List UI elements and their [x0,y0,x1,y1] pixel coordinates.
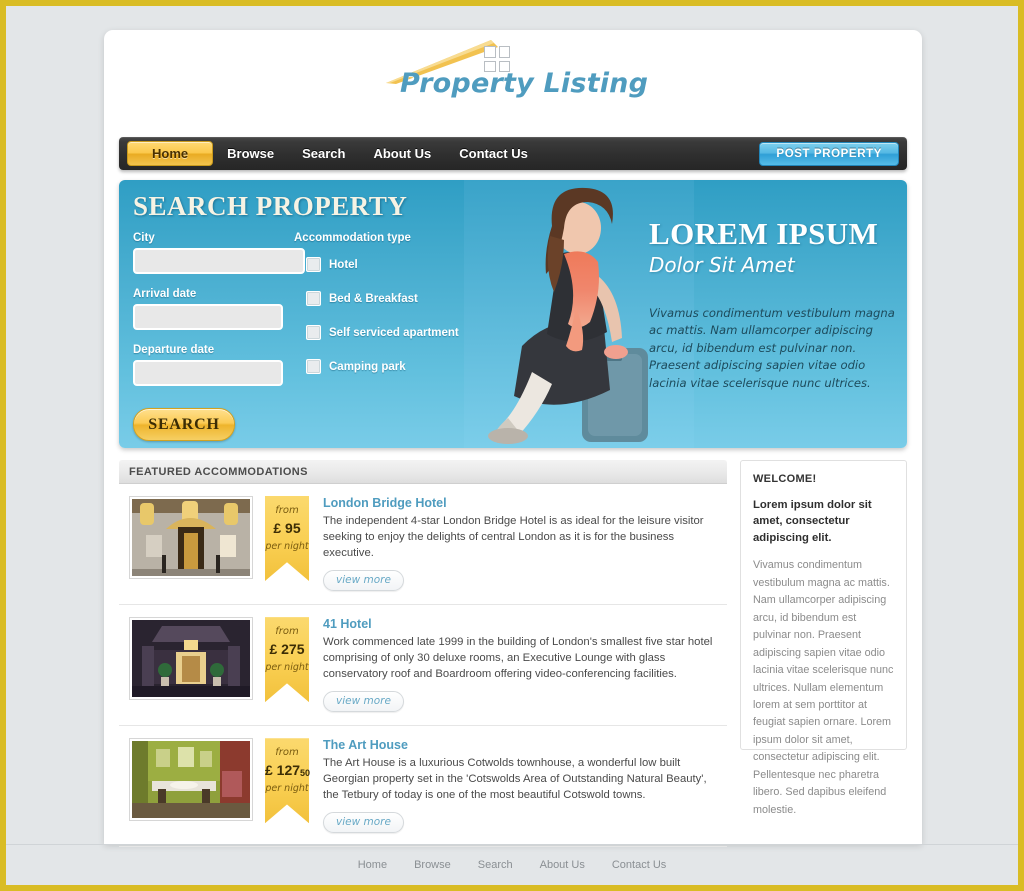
checkbox-row-camping-park[interactable]: Camping park [306,359,494,374]
post-property-button[interactable]: POST PROPERTY [759,141,899,166]
listing-description: The independent 4-star London Bridge Hot… [323,515,704,560]
welcome-sidebar: WELCOME! Lorem ipsum dolor sit amet, con… [740,460,907,816]
listing-thumbnail[interactable] [129,738,253,822]
featured-accommodations-header: FEATURED ACCOMMODATIONS [119,460,727,484]
price-ribbon: from £ 95 per night [265,496,309,581]
view-more-button[interactable]: view more [323,691,404,713]
nav-item-home[interactable]: Home [127,141,214,166]
price-from-label: from [275,626,299,638]
price-value: £ 275 [269,641,305,658]
checkbox-row-self-serviced-apartment[interactable]: Self serviced apartment [306,325,494,340]
checkbox-self-serviced-apartment-icon[interactable] [306,325,321,340]
nav-item-browse[interactable]: Browse [213,141,288,166]
nav-item-about-us[interactable]: About Us [359,141,445,166]
checkbox-row-hotel[interactable]: Hotel [306,257,494,272]
listing-description: Work commenced late 1999 in the building… [323,636,713,681]
footer-divider [6,844,1018,845]
featured-accommodations-panel: FEATURED ACCOMMODATIONS from £ 95 per ni… [119,460,727,848]
accommodation-type-group: Accommodation type Hotel Bed & Breakfast… [294,232,494,393]
price-per-label: per night [265,662,309,674]
checkbox-hotel-icon[interactable] [306,257,321,272]
main-navigation: Home Browse Search About Us Contact Us P… [119,137,907,170]
listing-description: The Art House is a luxurious Cotwolds to… [323,757,707,802]
price-ribbon: from £ 12750 per night [265,738,311,824]
listing-thumbnail[interactable] [129,617,253,701]
logo[interactable]: Property Listing [378,34,648,100]
city-input[interactable] [133,248,305,274]
checkbox-hotel-label: Hotel [329,258,358,271]
price-value: £ 95 [273,520,301,536]
search-property-title: SEARCH PROPERTY [133,191,408,221]
checkbox-camping-park-label: Camping park [329,360,406,373]
footer-link-browse[interactable]: Browse [414,859,451,871]
listing-text: 41 Hotel Work commenced late 1999 in the… [323,617,727,713]
listing-thumbnail[interactable] [129,496,253,579]
content-area: FEATURED ACCOMMODATIONS from £ 95 per ni… [119,460,907,848]
nav-items: Home Browse Search About Us Contact Us [127,141,542,166]
search-button[interactable]: SEARCH [133,408,235,441]
listing-title[interactable]: The Art House [323,738,721,752]
price-from-label: from [275,505,299,516]
nav-item-contact-us[interactable]: Contact Us [445,141,542,166]
hero-subheadline: Dolor Sit Amet [649,252,795,277]
listing-text: London Bridge Hotel The independent 4-st… [323,496,727,592]
footer-navigation: Home Browse Search About Us Contact Us [6,859,1018,871]
footer-link-about-us[interactable]: About Us [540,859,585,871]
nav-item-search[interactable]: Search [288,141,359,166]
checkbox-bed-and-breakfast-icon[interactable] [306,291,321,306]
page-background: Property Listing Home Browse Search Abou… [6,6,1018,885]
listing-item[interactable]: from £ 95 per night London Bridge Hotel … [119,484,727,606]
checkbox-camping-park-icon[interactable] [306,359,321,374]
view-more-button[interactable]: view more [323,570,404,592]
site-container: Property Listing Home Browse Search Abou… [104,30,922,848]
footer-link-search[interactable]: Search [478,859,513,871]
welcome-lead-text: Lorem ipsum dolor sit amet, consectetur … [753,499,872,544]
checkbox-row-bed-and-breakfast[interactable]: Bed & Breakfast [306,291,494,306]
checkbox-self-serviced-apartment-label: Self serviced apartment [329,326,459,339]
listing-text: The Art House The Art House is a luxurio… [323,738,727,834]
listing-title[interactable]: London Bridge Hotel [323,496,721,510]
price-ribbon: from £ 275 per night [265,617,309,703]
departure-date-input[interactable] [133,360,283,386]
hero-search-banner: SEARCH PROPERTY City Arrival date Depart… [119,180,907,448]
hero-copy: LOREM IPSUM Dolor Sit Amet Vivamus condi… [649,216,899,393]
listing-title[interactable]: 41 Hotel [323,617,721,631]
listing-item[interactable]: from £ 275 per night 41 Hotel Work comme… [119,605,727,727]
price-value: £ 12750 [265,762,311,779]
view-more-button[interactable]: view more [323,812,404,834]
checkbox-bed-and-breakfast-label: Bed & Breakfast [329,292,418,305]
welcome-heading: WELCOME! [753,473,817,485]
listing-item[interactable]: from £ 12750 per night The Art House The… [119,726,727,848]
hero-headline: LOREM IPSUM [649,216,879,251]
footer-link-contact-us[interactable]: Contact Us [612,859,666,871]
price-from-label: from [275,747,299,759]
logo-text: Property Listing [400,68,649,99]
logo-area: Property Listing [104,30,922,104]
hero-body-text: Vivamus condimentum vestibulum magna ac … [649,305,895,390]
footer-link-home[interactable]: Home [358,859,387,871]
price-per-label: per night [265,783,309,795]
accommodation-type-label: Accommodation type [294,232,411,244]
arrival-date-input[interactable] [133,304,283,330]
welcome-body-text: Vivamus condimentum vestibulum magna ac … [753,559,894,816]
price-per-label: per night [265,541,309,552]
